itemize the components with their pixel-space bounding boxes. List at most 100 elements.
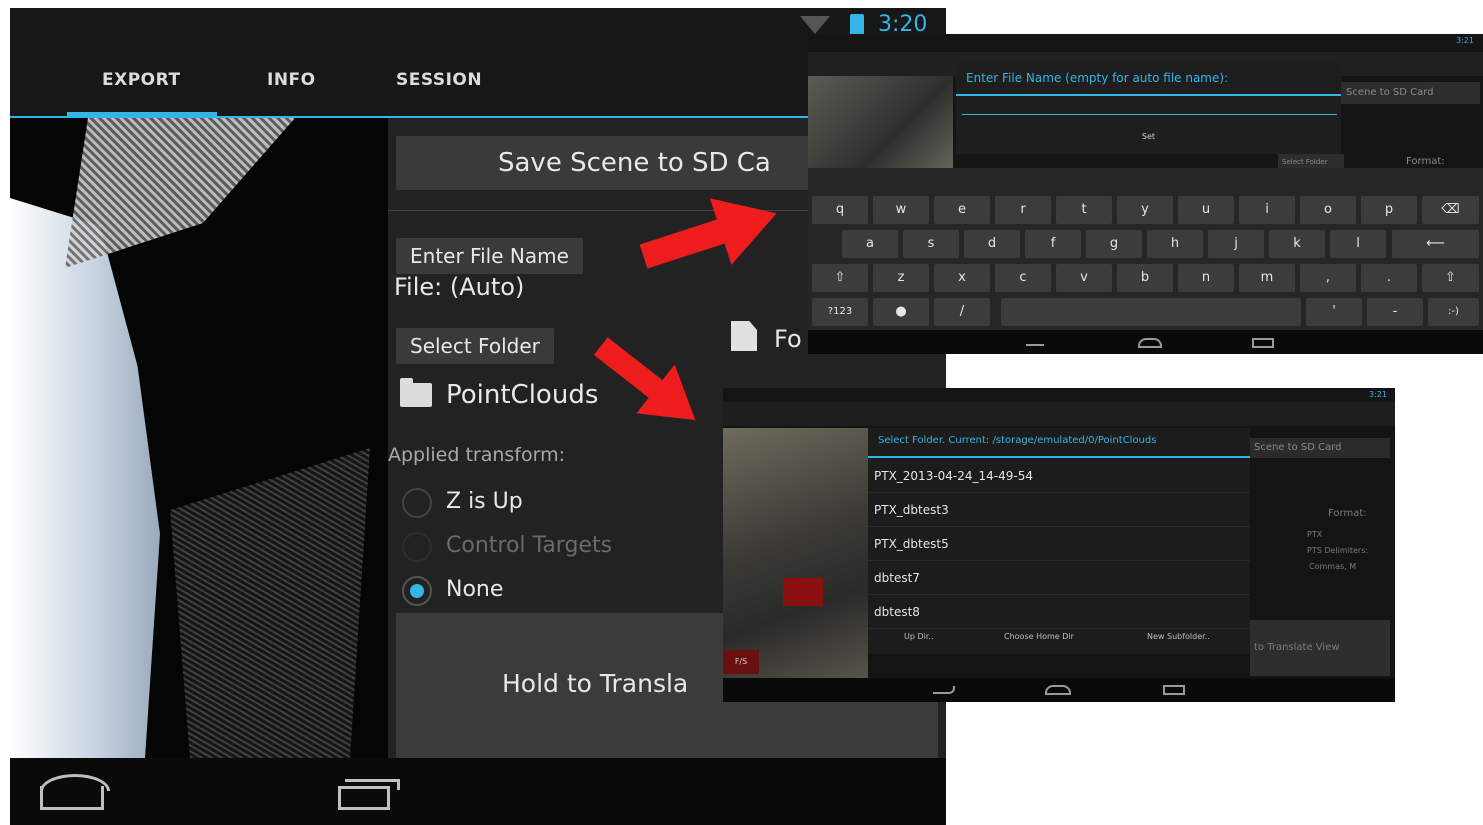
key-apostrophe[interactable]: ' (1306, 298, 1362, 326)
applied-transform-label: Applied transform: (388, 444, 566, 466)
recent-apps-icon-small[interactable] (1163, 685, 1185, 695)
key-x[interactable]: x (934, 264, 990, 292)
format-label-bg: Format: (1328, 508, 1367, 519)
navigation-bar (10, 758, 946, 825)
key-e[interactable]: e (934, 196, 990, 224)
save-scene-button-bg: Scene to SD Card (1340, 82, 1480, 104)
tab-info[interactable]: INFO (267, 70, 316, 90)
recent-apps-icon[interactable] (338, 779, 400, 810)
mic-icon[interactable]: ● (873, 298, 929, 326)
translate-label-bg: to Translate View (1254, 642, 1340, 653)
backspace-icon[interactable]: ⌫ (1422, 196, 1479, 224)
key-k[interactable]: k (1269, 230, 1325, 258)
key-dash[interactable]: - (1367, 298, 1423, 326)
key-slash[interactable]: / (934, 298, 990, 326)
radio-label-z-is-up[interactable]: Z is Up (446, 489, 523, 514)
key-d[interactable]: d (964, 230, 1020, 258)
dialog-title: Select Folder. Current: /storage/emulate… (878, 435, 1157, 446)
space-key[interactable] (1001, 298, 1301, 326)
key-c[interactable]: c (995, 264, 1051, 292)
key-period[interactable]: . (1361, 264, 1417, 292)
status-time-small: 3:21 (1369, 390, 1387, 399)
fs-label: F/S (723, 650, 759, 674)
key-o[interactable]: o (1300, 196, 1356, 224)
select-folder-button[interactable]: Select Folder (396, 328, 554, 364)
key-comma[interactable]: , (1300, 264, 1356, 292)
key-i[interactable]: i (1239, 196, 1295, 224)
recent-apps-icon-small[interactable] (1252, 338, 1274, 348)
folder-item[interactable]: PTX_dbtest3 (868, 493, 1250, 527)
key-p[interactable]: p (1361, 196, 1417, 224)
enter-file-name-button[interactable]: Enter File Name (396, 238, 583, 274)
key-j[interactable]: j (1208, 230, 1264, 258)
folder-item[interactable]: dbtest7 (868, 561, 1250, 595)
key-h[interactable]: h (1147, 230, 1203, 258)
choose-home-dir-button[interactable]: Choose Home Dir (1004, 632, 1074, 641)
format-value-bg: PTX (1307, 530, 1323, 539)
dialog-title: Enter File Name (empty for auto file nam… (966, 71, 1229, 85)
translate-button-bg: to Translate View (1250, 620, 1390, 676)
key-q[interactable]: q (812, 196, 868, 224)
shift-icon[interactable]: ⇧ (812, 264, 868, 292)
file-label: File: (Auto) (394, 273, 525, 301)
key-a[interactable]: a (842, 230, 898, 258)
key-r[interactable]: r (995, 196, 1051, 224)
back-icon[interactable] (933, 686, 955, 694)
point-cloud-view[interactable] (10, 118, 388, 758)
home-icon-small[interactable] (1138, 338, 1162, 348)
key-u[interactable]: u (1178, 196, 1234, 224)
point-cloud-floor (170, 448, 370, 758)
select-folder-dialog: Select Folder. Current: /storage/emulate… (868, 428, 1250, 654)
key-w[interactable]: w (873, 196, 929, 224)
key-l[interactable]: l (1330, 230, 1386, 258)
radio-label-control-targets: Control Targets (446, 533, 613, 558)
folder-icon (400, 378, 432, 407)
tab-session[interactable]: SESSION (396, 70, 482, 90)
radio-control-targets (402, 532, 432, 562)
dialog-divider (868, 456, 1250, 458)
wifi-icon (800, 16, 830, 34)
key-s[interactable]: s (903, 230, 959, 258)
radio-label-none[interactable]: None (446, 577, 503, 602)
radio-z-is-up[interactable] (402, 488, 432, 518)
select-folder-screenshot: 3:21 F/S Scene to SD Card Format: PTX PT… (723, 388, 1395, 702)
key-y[interactable]: y (1117, 196, 1173, 224)
key-smiley[interactable]: :-) (1428, 298, 1479, 326)
point-cloud-wall (10, 198, 160, 758)
key-g[interactable]: g (1086, 230, 1142, 258)
inset-tab-bar (723, 402, 1395, 426)
home-icon[interactable] (40, 774, 110, 810)
tab-export[interactable]: EXPORT (102, 70, 181, 90)
inset-navigation-bar (723, 678, 1395, 702)
file-name-dialog: Enter File Name (empty for auto file nam… (956, 62, 1341, 154)
folder-item[interactable]: dbtest8 (868, 595, 1250, 629)
key-b[interactable]: b (1117, 264, 1173, 292)
keyboard-hide-icon[interactable] (1026, 338, 1044, 346)
key-symbols[interactable]: ?123 (812, 298, 868, 326)
up-dir-button[interactable]: Up Dir.. (904, 632, 934, 641)
shift-icon-right[interactable]: ⇧ (1422, 264, 1479, 292)
hold-to-translate-label: Hold to Transla (502, 669, 689, 698)
key-m[interactable]: m (1239, 264, 1295, 292)
enter-icon[interactable]: ⟵ (1392, 230, 1479, 258)
dialog-divider (956, 94, 1341, 96)
key-z[interactable]: z (873, 264, 929, 292)
radio-none[interactable] (402, 576, 432, 606)
new-subfolder-button[interactable]: New Subfolder.. (1147, 632, 1210, 641)
set-button[interactable]: Set (956, 132, 1341, 141)
folder-item[interactable]: PTX_dbtest5 (868, 527, 1250, 561)
camera-preview (723, 428, 868, 678)
format-label: Fo (774, 325, 802, 353)
key-n[interactable]: n (1178, 264, 1234, 292)
file-name-input[interactable] (962, 114, 1337, 115)
file-name-screenshot: 3:21 Scene to SD Card Select Folder Form… (808, 34, 1483, 354)
inset-navigation-bar (808, 330, 1483, 354)
key-t[interactable]: t (1056, 196, 1112, 224)
home-icon-small[interactable] (1045, 685, 1071, 695)
key-v[interactable]: v (1056, 264, 1112, 292)
key-f[interactable]: f (1025, 230, 1081, 258)
point-cloud-ceiling (65, 118, 295, 268)
tab-bar: 3:20 EXPORT INFO SESSION (10, 8, 946, 120)
folder-item[interactable]: PTX_2013-04-24_14-49-54 (868, 459, 1250, 493)
battery-icon (850, 14, 864, 36)
